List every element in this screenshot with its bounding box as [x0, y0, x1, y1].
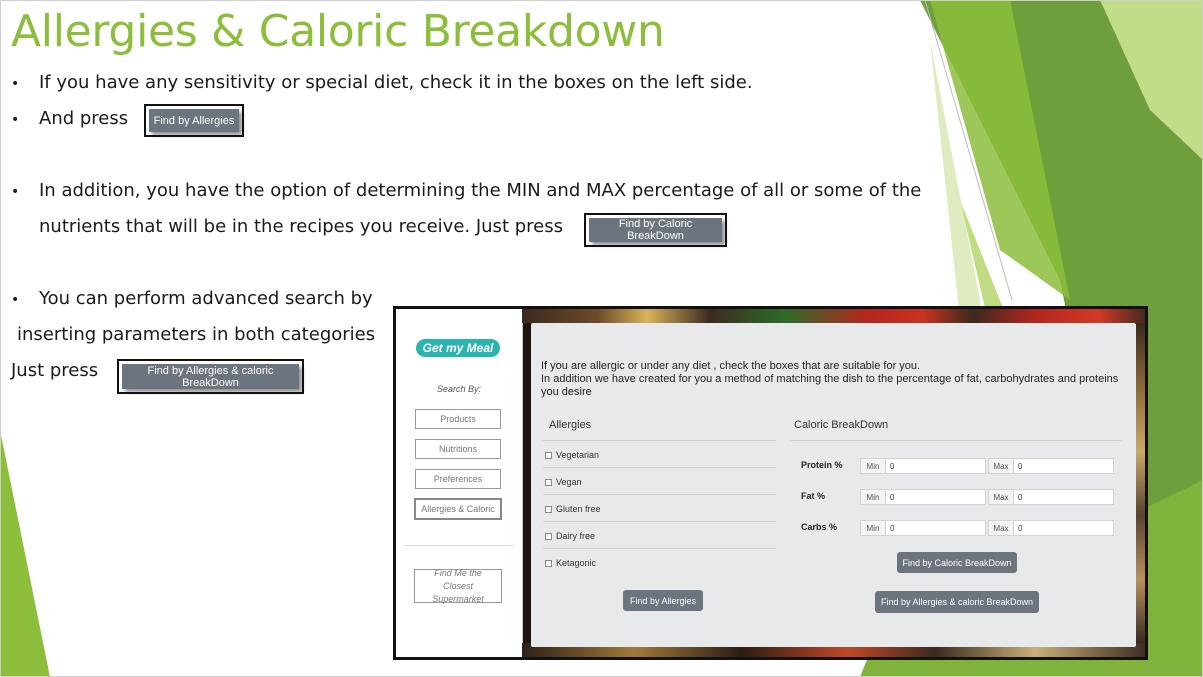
- protein-label: Protein %: [801, 460, 843, 470]
- max-addon: Max: [989, 490, 1014, 504]
- carbs-min-value[interactable]: 0: [886, 524, 894, 533]
- carbs-min-input[interactable]: Min 0: [860, 520, 986, 536]
- sidebar-item-nutritions[interactable]: Nutritions: [415, 439, 501, 459]
- deco-left-green: [0, 430, 50, 677]
- min-addon: Min: [861, 521, 886, 535]
- bullet-text-4a: You can perform advanced search by: [39, 288, 373, 309]
- food-background-right: [1136, 323, 1145, 643]
- bullet-text-3a: In addition, you have the option of dete…: [39, 180, 922, 201]
- allergy-ketagonic-checkbox[interactable]: Ketagonic: [545, 558, 596, 568]
- intro-line-2: In addition we have created for you a me…: [541, 373, 1119, 398]
- row-divider: [543, 494, 776, 495]
- closest-line-1: Find Me the Closest: [434, 567, 482, 591]
- allergies-divider: [543, 440, 776, 441]
- find-by-both-button[interactable]: Find by Allergies & caloric BreakDown: [117, 359, 304, 394]
- app-find-by-caloric-button[interactable]: Find by Caloric BreakDown: [897, 552, 1017, 573]
- carbs-label: Carbs %: [801, 522, 838, 532]
- bullet-glyph: •: [11, 292, 20, 308]
- min-addon: Min: [861, 459, 886, 473]
- checkbox-box[interactable]: [545, 532, 552, 540]
- app-screenshot: Get my Meal Search By: Products Nutritio…: [393, 306, 1148, 660]
- row-divider: [543, 521, 776, 522]
- allergy-label: Vegan: [556, 477, 582, 487]
- caloric-divider: [791, 440, 1121, 441]
- allergy-label: Gluten free: [556, 504, 601, 514]
- bullet-text-3b: nutrients that will be in the recipes yo…: [39, 216, 563, 237]
- bullet-glyph: •: [11, 184, 20, 200]
- checkbox-box[interactable]: [545, 451, 552, 459]
- allergy-dairy-free-checkbox[interactable]: Dairy free: [545, 531, 595, 541]
- allergy-vegetarian-checkbox[interactable]: Vegetarian: [545, 450, 599, 460]
- food-background-top: [522, 309, 1145, 323]
- sidebar-item-allergies-caloric[interactable]: Allergies & Caloric: [414, 498, 502, 520]
- search-by-label: Search By:: [436, 384, 482, 394]
- fat-max-value[interactable]: 0: [1014, 493, 1022, 502]
- sidebar-item-products[interactable]: Products: [415, 409, 501, 429]
- find-by-allergies-button[interactable]: Find by Allergies: [144, 104, 244, 137]
- closest-supermarket-label: Find Me the Closest Supermarket: [419, 567, 497, 606]
- find-by-caloric-button[interactable]: Find by Caloric BreakDown: [584, 213, 727, 247]
- slide-title: Allergies & Caloric Breakdown: [11, 6, 665, 57]
- protein-max-input[interactable]: Max 0: [988, 458, 1114, 474]
- search-panel: If you are allergic or under any diet , …: [531, 323, 1136, 647]
- bullet-text-4b: inserting parameters in both categories: [17, 324, 376, 345]
- sidebar-item-preferences[interactable]: Preferences: [415, 469, 501, 489]
- max-addon: Max: [989, 459, 1014, 473]
- fat-label: Fat %: [801, 491, 826, 501]
- app-logo[interactable]: Get my Meal: [416, 339, 500, 357]
- closest-line-2: Supermarket: [432, 593, 484, 604]
- bullet-text-2: And press: [39, 108, 129, 129]
- closest-supermarket-button[interactable]: Find Me the Closest Supermarket: [414, 567, 502, 606]
- allergies-heading: Allergies: [549, 419, 592, 431]
- allergy-label: Ketagonic: [556, 558, 597, 568]
- allergy-label: Vegetarian: [556, 450, 600, 460]
- checkbox-box[interactable]: [545, 559, 552, 567]
- allergy-gluten-free-checkbox[interactable]: Gluten free: [545, 504, 601, 514]
- intro-line-1: If you are allergic or under any diet , …: [541, 360, 921, 372]
- caloric-heading: Caloric BreakDown: [794, 419, 889, 431]
- app-find-by-both-button[interactable]: Find by Allergies & caloric BreakDown: [875, 591, 1039, 613]
- protein-min-input[interactable]: Min 0: [860, 458, 986, 474]
- min-addon: Min: [861, 490, 886, 504]
- fat-min-input[interactable]: Min 0: [860, 489, 986, 505]
- carbs-max-value[interactable]: 0: [1014, 524, 1022, 533]
- carbs-max-input[interactable]: Max 0: [988, 520, 1114, 536]
- bullet-glyph: •: [11, 76, 20, 92]
- bullet-glyph: •: [11, 112, 20, 128]
- max-addon: Max: [989, 521, 1014, 535]
- bullet-text-1: If you have any sensitivity or special d…: [39, 72, 753, 93]
- allergy-label: Dairy free: [556, 531, 596, 541]
- bullet-text-4c: Just press: [11, 360, 99, 381]
- fat-max-input[interactable]: Max 0: [988, 489, 1114, 505]
- checkbox-box[interactable]: [545, 505, 552, 513]
- panel-intro: If you are allergic or under any diet , …: [541, 360, 1121, 399]
- app-sidebar: Get my Meal Search By: Products Nutritio…: [396, 309, 523, 657]
- fat-min-value[interactable]: 0: [886, 493, 894, 502]
- row-divider: [543, 467, 776, 468]
- protein-min-value[interactable]: 0: [886, 462, 894, 471]
- app-find-by-allergies-button[interactable]: Find by Allergies: [623, 590, 703, 611]
- sidebar-divider: [404, 545, 514, 546]
- protein-max-value[interactable]: 0: [1014, 462, 1022, 471]
- row-divider: [543, 548, 776, 549]
- allergy-vegan-checkbox[interactable]: Vegan: [545, 477, 582, 487]
- checkbox-box[interactable]: [545, 478, 552, 486]
